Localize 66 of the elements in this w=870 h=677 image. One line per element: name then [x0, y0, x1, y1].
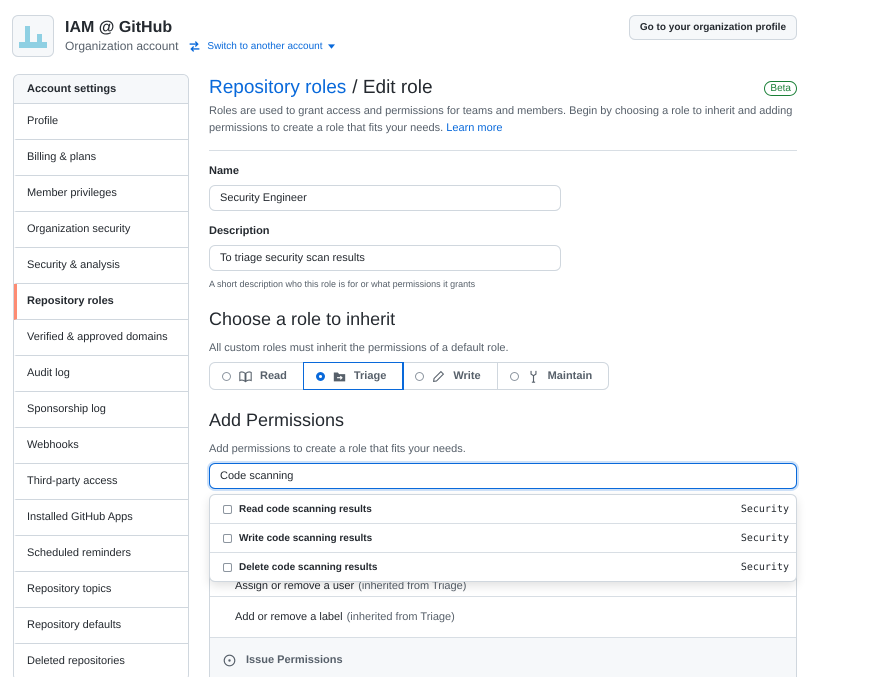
switch-account-link[interactable]: Switch to another account [188, 40, 336, 52]
learn-more-link[interactable]: Learn more [446, 122, 502, 134]
sidebar-heading: Account settings [14, 75, 188, 104]
role-option[interactable]: Maintain [498, 363, 608, 389]
suggestion-label: Read code scanning results [239, 504, 372, 514]
sidebar-item[interactable]: Security & analysis [14, 248, 188, 284]
beta-label: Beta [764, 80, 797, 96]
suggestion-label: Delete code scanning results [239, 562, 378, 572]
folder-arrow-icon [332, 370, 346, 382]
breadcrumb-link[interactable]: Repository roles [209, 77, 346, 99]
sidebar-item[interactable]: Webhooks [14, 428, 188, 464]
category-label: Security [740, 562, 789, 572]
sidebar-item[interactable]: Sponsorship log [14, 392, 188, 428]
name-field[interactable]: Security Engineer [209, 185, 561, 211]
radio-button[interactable] [510, 372, 519, 380]
radio-button[interactable] [415, 372, 424, 380]
sidebar-item[interactable]: Repository topics [14, 572, 188, 608]
category-label: Security [740, 504, 789, 514]
sidebar-item[interactable]: Billing & plans [14, 140, 188, 176]
page-title: / Edit role [352, 77, 433, 99]
book-icon [239, 370, 252, 382]
permissions-hint: Add permissions to create a role that fits your needs. [209, 443, 467, 455]
sidebar-item[interactable]: Scheduled reminders [14, 536, 188, 572]
suggestion-label: Write code scanning results [239, 532, 372, 544]
role-option[interactable]: Triage [304, 363, 404, 389]
organization-profile-button[interactable]: Go to your organization profile [628, 14, 797, 40]
sidebar-item[interactable]: Repository defaults [14, 608, 188, 644]
organization-name: IAM @ GitHub [65, 19, 174, 37]
intro-text: Roles are used to grant access and permissions for teams and members. Begin by choosing a role to inherit and adding permissions to create a role that fits your needs. Learn more [209, 103, 797, 151]
sidebar-item[interactable]: Third-party access [14, 464, 188, 500]
role-option[interactable]: Write [403, 363, 498, 389]
checkbox[interactable] [223, 504, 232, 514]
circle-dot-icon [223, 654, 236, 666]
sidebar-item[interactable]: Member privileges [14, 176, 188, 212]
radio-button[interactable] [316, 372, 325, 380]
radio-button[interactable] [222, 372, 231, 380]
role-label: Read [260, 370, 287, 382]
caret-icon [328, 44, 336, 48]
account-type: Organization account [65, 39, 178, 53]
checkbox[interactable] [223, 534, 232, 542]
inherit-hint: All custom roles must inherit the permissions of a default role. [209, 342, 510, 354]
checkbox[interactable] [223, 562, 232, 572]
sidebar-item[interactable]: Audit log [14, 356, 188, 392]
role-label: Maintain [548, 370, 592, 382]
permission-group-header[interactable]: Issue Permissions [210, 638, 796, 677]
role-option[interactable]: Read [210, 363, 304, 389]
sidebar-item[interactable]: Installed GitHub Apps [14, 500, 188, 536]
description-field[interactable]: To triage security scan results [209, 245, 561, 271]
switch-arrows-icon [188, 40, 202, 52]
name-label: Name [209, 165, 240, 177]
sidebar-item[interactable]: Profile [14, 104, 188, 140]
suggestion-item[interactable]: Read code scanning results Security [210, 495, 796, 524]
role-label: Write [453, 370, 481, 382]
permissions-heading: Add Permissions [209, 410, 346, 431]
suggestion-item[interactable]: Write code scanning results Security [210, 524, 796, 553]
category-label: Security [740, 532, 789, 544]
description-hint: A short description who this role is for or what permissions it grants [209, 279, 476, 289]
inherit-heading: Choose a role to inherit [209, 309, 396, 330]
sidebar-item[interactable]: Organization security [14, 212, 188, 248]
sidebar-item[interactable]: Deleted repositories [14, 644, 188, 677]
pencil-icon [432, 370, 446, 382]
role-label: Triage [354, 370, 386, 382]
sidebar-item[interactable]: Repository roles [14, 284, 188, 320]
permission-search-field[interactable]: Code scanning [209, 463, 797, 489]
sidebar-item[interactable]: Verified & approved domains [14, 320, 188, 356]
description-label: Description [209, 225, 271, 237]
